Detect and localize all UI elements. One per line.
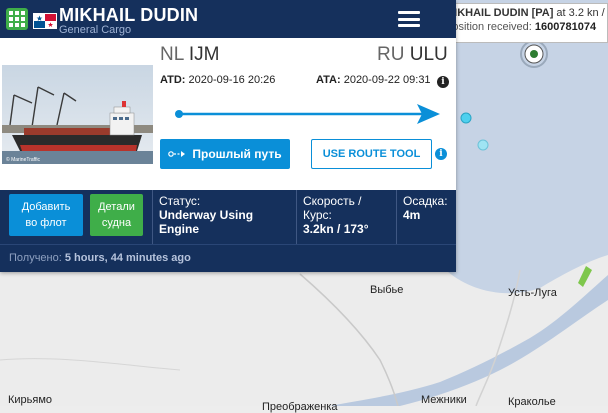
atd-label: ATD:: [160, 74, 186, 86]
vessel-name: MIKHAIL DUDIN: [59, 5, 199, 25]
route-tool-label: USE ROUTE TOOL: [322, 148, 421, 160]
divider: [396, 190, 397, 244]
map-label-vybye: Выбье: [370, 284, 404, 296]
speed-course-label-line2: Курс:: [303, 208, 332, 222]
atd-value: 2020-09-16 20:26: [188, 74, 276, 86]
arrival-country-code: RU: [377, 44, 405, 65]
vessel-header: MIKHAIL DUDIN General Cargo: [0, 0, 456, 38]
position-received: Получено: 5 hours, 44 minutes ago: [0, 244, 456, 272]
status-stat: Статус: Underway Using Engine: [159, 194, 253, 236]
tooltip-vessel-name: MIKHAIL DUDIN [PA]: [445, 7, 554, 19]
atd-info: ATD: 2020-09-16 20:26: [160, 74, 275, 86]
draught-stat: Осадка: 4m: [403, 194, 448, 222]
ata-info-icon[interactable]: i: [437, 76, 449, 88]
add-to-fleet-button[interactable]: Добавить во флот: [9, 194, 83, 236]
sea-area: [440, 0, 608, 294]
past-track-button[interactable]: Прошлый путь: [160, 139, 290, 169]
tooltip-speed: at 3.2 kn / 1: [553, 7, 608, 19]
route-tool-button[interactable]: USE ROUTE TOOL: [311, 139, 432, 169]
vessel-info-panel: MIKHAIL DUDIN General Cargo © MarineTraf…: [0, 0, 456, 272]
map-label-kiryamo: Кирьямо: [8, 394, 53, 406]
draught-value: 4m: [403, 208, 421, 222]
vessel-details-button[interactable]: Детали судна: [90, 194, 143, 236]
tooltip-position-value: 1600781074: [534, 21, 597, 33]
speed-course-stat: Скорость / Курс: 3.2kn / 173°: [303, 194, 369, 236]
past-track-label: Прошлый путь: [192, 147, 282, 161]
track-icon: [168, 151, 186, 157]
divider: [296, 190, 297, 244]
ata-label: ATA:: [316, 74, 341, 86]
arrival-port[interactable]: RU ULU: [377, 44, 448, 66]
more-icon[interactable]: [434, 8, 444, 30]
status-value-line2: Engine: [159, 222, 200, 236]
panama-flag-icon: [33, 13, 57, 29]
received-value: 5 hours, 44 minutes ago: [64, 252, 191, 264]
voyage-progress: [175, 104, 440, 124]
add-to-fleet-label-line2: во флот: [25, 217, 67, 229]
draught-label: Осадка:: [403, 194, 448, 208]
map-label-krakolye: Краколье: [508, 396, 556, 408]
departure-country-code: NL: [160, 44, 184, 65]
map-label-ust-luga: Усть-Луга: [508, 287, 557, 299]
departure-port-code: IJM: [188, 44, 220, 65]
vessel-type: General Cargo: [59, 24, 132, 36]
vessel-details-label-line2: судна: [101, 217, 132, 229]
ata-value: 2020-09-22 09:31: [343, 74, 431, 86]
vessel-details-label-line1: Детали: [98, 201, 135, 213]
selected-vessel-marker: [520, 40, 548, 68]
tooltip-position-label: Position received:: [445, 21, 535, 33]
received-label: Получено:: [9, 252, 62, 264]
divider: [152, 190, 153, 244]
ata-info: ATA: 2020-09-22 09:31: [316, 74, 431, 86]
map-label-mezhniki: Межники: [421, 394, 467, 406]
speed-course-label-line1: Скорость /: [303, 194, 362, 208]
apps-grid-icon[interactable]: [6, 8, 28, 30]
departure-port[interactable]: NL IJM: [160, 44, 219, 66]
arrival-port-code: ULU: [409, 44, 448, 65]
vessel-stats-bar: Добавить во флот Детали судна Статус: Unde…: [0, 190, 456, 244]
vessel-marker: [477, 139, 489, 151]
status-label: Статус:: [159, 194, 201, 208]
vessel-marker: [460, 112, 472, 124]
vessel-tooltip: MIKHAIL DUDIN [PA] at 3.2 kn / 1 Positio…: [438, 3, 608, 43]
svg-text:© MarineTraffic: © MarineTraffic: [6, 156, 40, 163]
vessel-photo[interactable]: © MarineTraffic: [2, 65, 153, 164]
add-to-fleet-label-line1: Добавить: [21, 201, 71, 213]
route-info-icon[interactable]: i: [435, 148, 447, 160]
map-label-preobrazhenka: Преображенка: [262, 401, 338, 413]
speed-course-value: 3.2kn / 173°: [303, 222, 369, 236]
status-value-line1: Underway Using: [159, 208, 254, 222]
menu-icon[interactable]: [398, 11, 420, 27]
